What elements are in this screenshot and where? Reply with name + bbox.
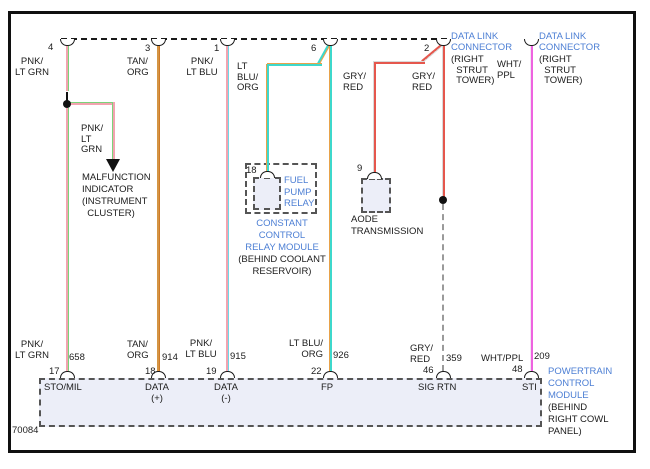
pcm-pin-cavity xyxy=(59,371,75,378)
pin-number: 4 xyxy=(48,42,54,53)
wiring-diagram: 4 3 1 6 2 PNK/ LT GRN TAN/ ORG PNK/ LT B… xyxy=(0,0,650,469)
splice-dot xyxy=(63,100,71,108)
wire-label: GRY/ RED xyxy=(343,71,367,93)
ccrm-label: CONSTANT CONTROL RELAY MODULE xyxy=(245,218,319,253)
malfunction-indicator-label: MALFUNCTION INDICATOR (INSTRUMENT CLUSTE… xyxy=(82,172,151,219)
wire-label: PNK/ LT GRN xyxy=(15,56,49,78)
splice-dot xyxy=(439,196,447,204)
pcm-label: POWERTRAIN CONTROL MODULE xyxy=(548,366,613,401)
ccrm-location: (BEHIND COOLANT RESERVOIR) xyxy=(238,254,326,277)
pcm-terminal: FP xyxy=(321,382,334,393)
wire-pnk-lt-blu xyxy=(225,46,229,371)
pin-number: 46 xyxy=(423,365,434,376)
circuit-number: 926 xyxy=(333,350,349,361)
wire-gry-red xyxy=(441,46,445,197)
wire-label: TAN/ ORG xyxy=(127,56,149,78)
pin-number: 6 xyxy=(311,43,317,54)
data-link-connector-1-location: (RIGHT STRUT TOWER) xyxy=(451,54,495,86)
wire-label: PNK/ LT GRN xyxy=(15,339,49,361)
circuit-number: 209 xyxy=(534,351,550,362)
wire-gry-red-branch xyxy=(372,61,425,64)
pcm-pin-cavity xyxy=(435,371,451,378)
wire-tan-org xyxy=(156,46,160,371)
pcm-terminal: SIG RTN xyxy=(418,382,457,393)
wire-label: GRY/ RED xyxy=(410,343,434,365)
data-link-connector-1-label: DATA LINK CONNECTOR xyxy=(451,31,513,53)
wire-pnk-lt-grn-branch xyxy=(111,102,115,159)
wire-label: LT BLU/ ORG xyxy=(237,61,259,93)
data-link-connector-line xyxy=(61,38,447,40)
wire-label: PNK/ LT GRN xyxy=(81,123,104,155)
wire-wht-ppl xyxy=(529,46,533,371)
pin-number: 3 xyxy=(145,43,151,54)
pcm-terminal: STI xyxy=(522,382,537,393)
pin-number: 18 xyxy=(246,165,257,176)
pcm-terminal: DATA (+) xyxy=(145,382,169,404)
wire-lt-blu-org-branch xyxy=(265,64,269,172)
aode-transmission-label: AODE TRANSMISSION xyxy=(351,214,424,237)
pin-number: 2 xyxy=(424,43,430,54)
wire-label: WHT/PPL xyxy=(481,353,524,364)
circuit-number: 914 xyxy=(162,352,178,363)
wire-gry-red-branch xyxy=(372,62,376,173)
pin-number: 9 xyxy=(357,163,363,174)
wire-label: LT BLU/ ORG xyxy=(289,338,323,360)
circuit-number: 915 xyxy=(230,351,246,362)
pin-number: 17 xyxy=(49,366,60,377)
pcm-pin-cavity xyxy=(523,371,539,378)
wire-pnk-lt-grn xyxy=(65,108,69,371)
wire-lt-blu-org-branch xyxy=(266,63,322,66)
aode-transmission-box xyxy=(361,178,391,213)
pin-number: 19 xyxy=(206,366,217,377)
circuit-number: 359 xyxy=(446,353,462,364)
data-link-connector-2-label: DATA LINK CONNECTOR xyxy=(539,31,601,53)
wire-label: WHT/ PPL xyxy=(497,59,522,81)
data-link-connector-2-location: (RIGHT STRUT TOWER) xyxy=(539,54,583,86)
relay-pin-cavity xyxy=(259,171,275,178)
pin-number: 22 xyxy=(311,366,322,377)
wire-label: PNK/ LT BLU xyxy=(186,56,218,78)
wire-label: GRY/ RED xyxy=(412,71,436,93)
fuel-pump-relay-label: FUEL PUMP RELAY xyxy=(284,175,315,209)
pcm-box xyxy=(39,378,542,427)
figure-number: 70084 xyxy=(12,425,39,436)
wire-lt-blu-org xyxy=(328,46,332,371)
pcm-terminal: DATA (-) xyxy=(214,382,238,404)
wire-pnk-lt-grn-branch xyxy=(66,102,115,105)
wire-label: PNK/ LT BLU xyxy=(185,338,217,360)
pcm-pin-cavity xyxy=(219,371,235,378)
pcm-location: (BEHIND RIGHT COWL PANEL) xyxy=(548,402,609,437)
aode-pin-cavity xyxy=(366,172,382,179)
wire-pnk-lt-grn xyxy=(65,46,69,91)
wire-gry-red-hidden-run xyxy=(442,204,444,371)
to-malfunction-indicator-arrow xyxy=(105,159,120,172)
pin-number: 48 xyxy=(512,364,523,375)
circuit-number: 658 xyxy=(69,352,85,363)
wire-label: TAN/ ORG xyxy=(127,339,149,361)
pin-number: 1 xyxy=(214,43,220,54)
fuel-pump-relay-box xyxy=(253,177,281,210)
pcm-pin-cavity xyxy=(322,371,338,378)
pin-number: 18 xyxy=(145,366,156,377)
pcm-terminal: STO/MIL xyxy=(44,382,82,393)
